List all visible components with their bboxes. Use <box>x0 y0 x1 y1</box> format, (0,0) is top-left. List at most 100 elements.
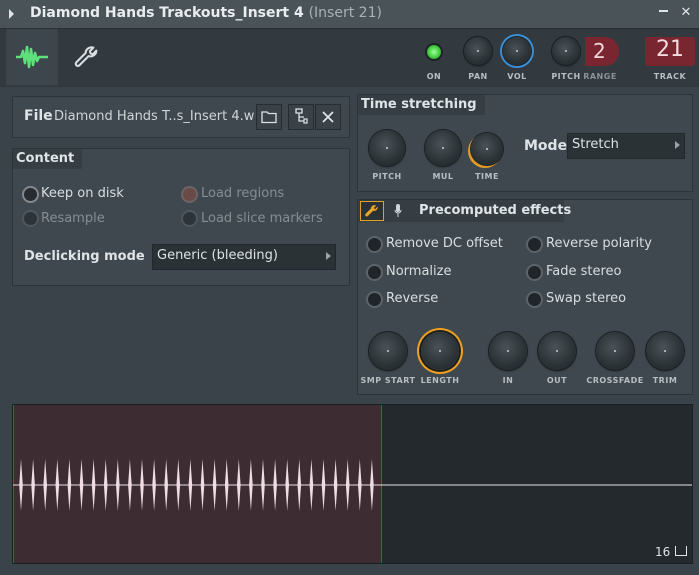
waveform-spike <box>273 459 277 511</box>
vol-knob[interactable] <box>503 37 531 65</box>
waveform-spike <box>140 459 144 511</box>
mode-label: Mode <box>524 138 568 154</box>
load-slice-markers-label: Load slice markers <box>201 211 323 226</box>
reverse-label: Reverse <box>386 291 439 306</box>
waveform-spike <box>103 459 108 511</box>
declicking-dropdown[interactable]: Generic (bleeding) <box>152 244 336 270</box>
waveform-spike <box>31 459 35 511</box>
waveform-spike <box>237 459 241 511</box>
reverse-polarity-label: Reverse polarity <box>546 236 652 251</box>
smp-start-label: SMP START <box>360 376 416 385</box>
pitch-label: PITCH <box>551 72 581 81</box>
in-label: IN <box>502 376 514 385</box>
close-icon <box>322 111 334 123</box>
waveform-display <box>13 459 692 511</box>
file-label: File <box>24 108 53 124</box>
waveform-spike <box>224 459 229 511</box>
close-icon[interactable]: ✕ <box>677 4 695 22</box>
ts-mul-knob[interactable] <box>425 130 461 166</box>
waveform-spike <box>321 459 326 511</box>
keep-on-disk-radio[interactable] <box>24 188 37 201</box>
crossfade-label: CROSSFADE <box>586 376 644 385</box>
waveform-spike <box>261 459 265 511</box>
on-label: ON <box>426 72 442 81</box>
file-name: Diamond Hands T..s_Insert 4.wav <box>54 109 254 124</box>
length-label: LENGTH <box>420 376 460 385</box>
crossfade-knob[interactable] <box>596 332 634 370</box>
waveform-spike <box>297 459 302 511</box>
pan-knob[interactable] <box>464 37 492 65</box>
waveform-spike <box>91 459 96 511</box>
out-label: OUT <box>546 376 568 385</box>
declicking-value: Generic (bleeding) <box>157 248 278 263</box>
out-knob[interactable] <box>538 332 576 370</box>
load-slice-markers-radio[interactable] <box>183 212 196 225</box>
normalize-radio[interactable] <box>368 266 381 279</box>
load-regions-label: Load regions <box>201 186 285 201</box>
waveform-spike <box>43 459 47 511</box>
waveform-spike <box>333 459 338 511</box>
waveform-spike <box>285 459 289 511</box>
waveform-spike <box>212 459 217 511</box>
ts-pitch-knob[interactable] <box>369 130 405 166</box>
vol-label: VOL <box>507 72 527 81</box>
mode-dropdown[interactable]: Stretch <box>567 133 685 159</box>
waveform-spike <box>176 459 181 511</box>
waveform-spike <box>200 459 205 511</box>
ts-time-knob[interactable] <box>471 133 503 165</box>
waveform-spike <box>370 459 374 511</box>
precomputed-wrench-button[interactable] <box>360 201 384 221</box>
zoom-fit-icon[interactable] <box>675 546 687 556</box>
resample-label: Resample <box>41 211 105 226</box>
trim-label: TRIM <box>652 376 678 385</box>
waveform-spike <box>19 459 23 511</box>
mic-icon[interactable] <box>394 203 402 217</box>
track-value: 21 <box>656 37 684 62</box>
swap-stereo-label: Swap stereo <box>546 291 627 306</box>
precomputed-title: Precomputed effects <box>419 203 572 218</box>
menu-arrow-icon[interactable] <box>9 9 14 19</box>
tab-settings[interactable] <box>62 29 112 85</box>
ts-mul-label: MUL <box>432 172 454 181</box>
keep-on-disk-label: Keep on disk <box>41 186 124 201</box>
content-title: Content <box>13 149 83 169</box>
waveform-spike <box>358 459 362 511</box>
tab-sample[interactable] <box>6 29 58 85</box>
in-knob[interactable] <box>489 332 527 370</box>
waveform-spike <box>116 459 120 511</box>
mic-shape <box>394 204 402 217</box>
reverse-radio[interactable] <box>368 293 381 306</box>
remove-file-button[interactable] <box>315 104 341 130</box>
ts-time-label: TIME <box>475 172 499 181</box>
dropdown-arrow-icon <box>326 252 331 260</box>
wrench-icon <box>74 46 98 67</box>
track-label: TRACK <box>653 72 687 81</box>
pitch-knob[interactable] <box>552 37 580 65</box>
fade-stereo-radio[interactable] <box>528 266 541 279</box>
reverse-polarity-radio[interactable] <box>528 238 541 251</box>
waveform-spike <box>55 459 60 511</box>
load-regions-radio[interactable] <box>183 188 196 201</box>
browse-tree-button[interactable] <box>288 104 314 130</box>
remove-dc-label: Remove DC offset <box>386 236 503 251</box>
minimize-icon[interactable] <box>655 4 673 22</box>
waveform-tab-icon <box>16 45 48 69</box>
normalize-label: Normalize <box>386 264 452 279</box>
trim-knob[interactable] <box>646 332 684 370</box>
time-stretching-title: Time stretching <box>358 95 485 115</box>
length-knob[interactable] <box>421 332 459 370</box>
open-folder-button[interactable] <box>256 104 282 130</box>
waveform-area[interactable] <box>12 404 693 564</box>
resample-radio[interactable] <box>24 212 37 225</box>
remove-dc-radio[interactable] <box>368 238 381 251</box>
pan-label: PAN <box>468 72 488 81</box>
zoom-value: 16 <box>655 545 671 559</box>
waveform-spike <box>128 459 132 511</box>
waveform-spike <box>345 459 350 511</box>
fade-stereo-label: Fade stereo <box>546 264 622 279</box>
waveform-spike <box>152 459 156 511</box>
wrench-icon <box>365 205 378 217</box>
smp-start-knob[interactable] <box>369 332 407 370</box>
on-led[interactable] <box>427 45 441 59</box>
swap-stereo-radio[interactable] <box>528 293 541 306</box>
